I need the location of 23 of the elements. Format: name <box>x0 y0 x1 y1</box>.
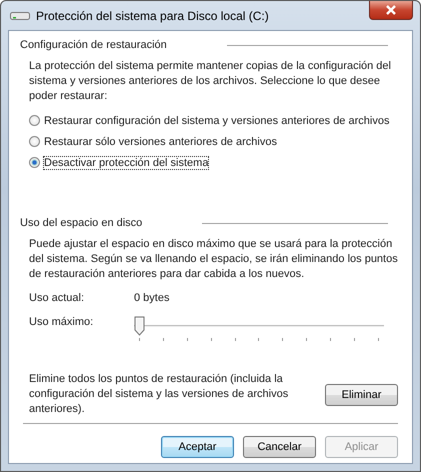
description-text: Puede ajustar el espacio en disco máximo que se usará para la protección del sistema. Según se va llenando el espacio, se irán eliminando los puntos de restauración anteriores para dar cabida a los nuevos. <box>29 237 399 282</box>
slider-thumb[interactable] <box>134 316 145 336</box>
dialog-button[interactable]: Aceptar <box>161 436 234 458</box>
description-text: Elimine todos los puntos de restauración (incluida la configuración del sistema y las versiones de archivos anteriores). <box>29 372 289 417</box>
dialog-button[interactable]: Cancelar <box>243 436 316 458</box>
radio-button[interactable] <box>29 157 40 168</box>
slider-track[interactable] <box>134 316 384 342</box>
close-button[interactable] <box>369 1 413 20</box>
field-label: Uso máximo: <box>29 316 94 328</box>
radio-label[interactable]: Restaurar configuración del sistema y versiones anteriores de archivos <box>44 114 390 126</box>
close-icon <box>385 5 397 15</box>
description-text: La protección del sistema permite mantener copias de la configuración del sistema y versiones anteriores de los archivos. Seleccione lo que desee poder restaurar: <box>29 59 392 104</box>
field-value: 0 bytes <box>134 292 170 304</box>
field-label: Uso actual: <box>29 292 86 304</box>
radio-label[interactable]: Desactivar protección del sistema <box>44 156 208 168</box>
drive-icon <box>10 10 30 20</box>
section-heading: Uso del espacio en disco <box>20 217 142 229</box>
section-heading: Configuración de restauración <box>20 39 167 51</box>
window-title: Protección del sistema para Disco local (C:) <box>36 8 269 22</box>
delete-button[interactable]: Eliminar <box>325 384 398 406</box>
radio-button[interactable] <box>29 136 40 147</box>
radio-button[interactable] <box>29 115 40 126</box>
radio-label[interactable]: Restaurar sólo versiones anteriores de archivos <box>44 136 277 148</box>
